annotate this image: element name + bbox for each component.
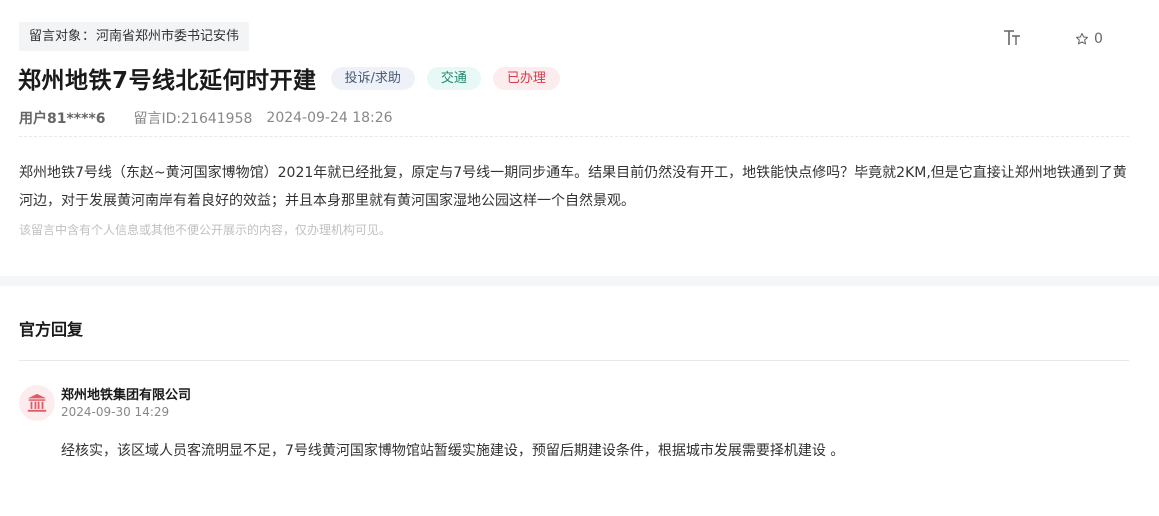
reply-divider bbox=[19, 360, 1129, 361]
font-size-button[interactable] bbox=[1002, 28, 1022, 48]
reply-datetime: 2024-09-30 14:29 bbox=[61, 405, 170, 419]
target-separator: ： bbox=[82, 29, 96, 44]
message-id: 留言ID:21641958 bbox=[133, 111, 253, 127]
message-detail-page: 留言对象：河南省郑州市委书记安伟 0 郑州地铁7号线北延何时开建 投诉/求助 交… bbox=[0, 0, 1159, 516]
message-meta: 用户81****6 留言ID:21641958 2024-09-24 18:26 bbox=[19, 108, 393, 128]
org-avatar bbox=[19, 385, 55, 421]
favorite-button[interactable]: 0 bbox=[1075, 29, 1103, 49]
message-target-tag: 留言对象：河南省郑州市委书记安伟 bbox=[19, 22, 250, 51]
section-separator bbox=[0, 276, 1159, 286]
message-datetime: 2024-09-24 18:26 bbox=[266, 110, 393, 126]
target-label: 留言对象 bbox=[29, 29, 82, 44]
font-size-icon bbox=[1004, 30, 1020, 45]
privacy-note: 该留言中含有个人信息或其他不便公开展示的内容，仅办理机构可见。 bbox=[19, 223, 392, 237]
page-title: 郑州地铁7号线北延何时开建 bbox=[18, 68, 317, 94]
favorite-count: 0 bbox=[1094, 31, 1103, 47]
message-section: 留言对象：河南省郑州市委书记安伟 0 郑州地铁7号线北延何时开建 投诉/求助 交… bbox=[0, 0, 1159, 276]
official-reply-heading: 官方回复 bbox=[19, 320, 84, 339]
target-value: 河南省郑州市委书记安伟 bbox=[96, 29, 240, 44]
message-content: 郑州地铁7号线（东赵~黄河国家博物馆）2021年就已经批复，原定与7号线一期同步… bbox=[19, 165, 1127, 209]
title-row: 郑州地铁7号线北延何时开建 投诉/求助 交通 已办理 bbox=[18, 60, 572, 96]
meta-divider bbox=[19, 136, 1129, 137]
government-building-icon bbox=[27, 393, 47, 412]
category-badge: 交通 bbox=[426, 66, 481, 90]
reply-content: 经核实，该区域人员客流明显不足，7号线黄河国家博物馆站暂缓实施建设，预留后期建设… bbox=[61, 443, 845, 459]
type-badge: 投诉/求助 bbox=[330, 66, 415, 90]
star-icon bbox=[1075, 32, 1089, 45]
status-badge: 已办理 bbox=[492, 66, 560, 90]
author-name: 用户81****6 bbox=[19, 111, 106, 127]
reply-org-name: 郑州地铁集团有限公司 bbox=[61, 388, 192, 403]
